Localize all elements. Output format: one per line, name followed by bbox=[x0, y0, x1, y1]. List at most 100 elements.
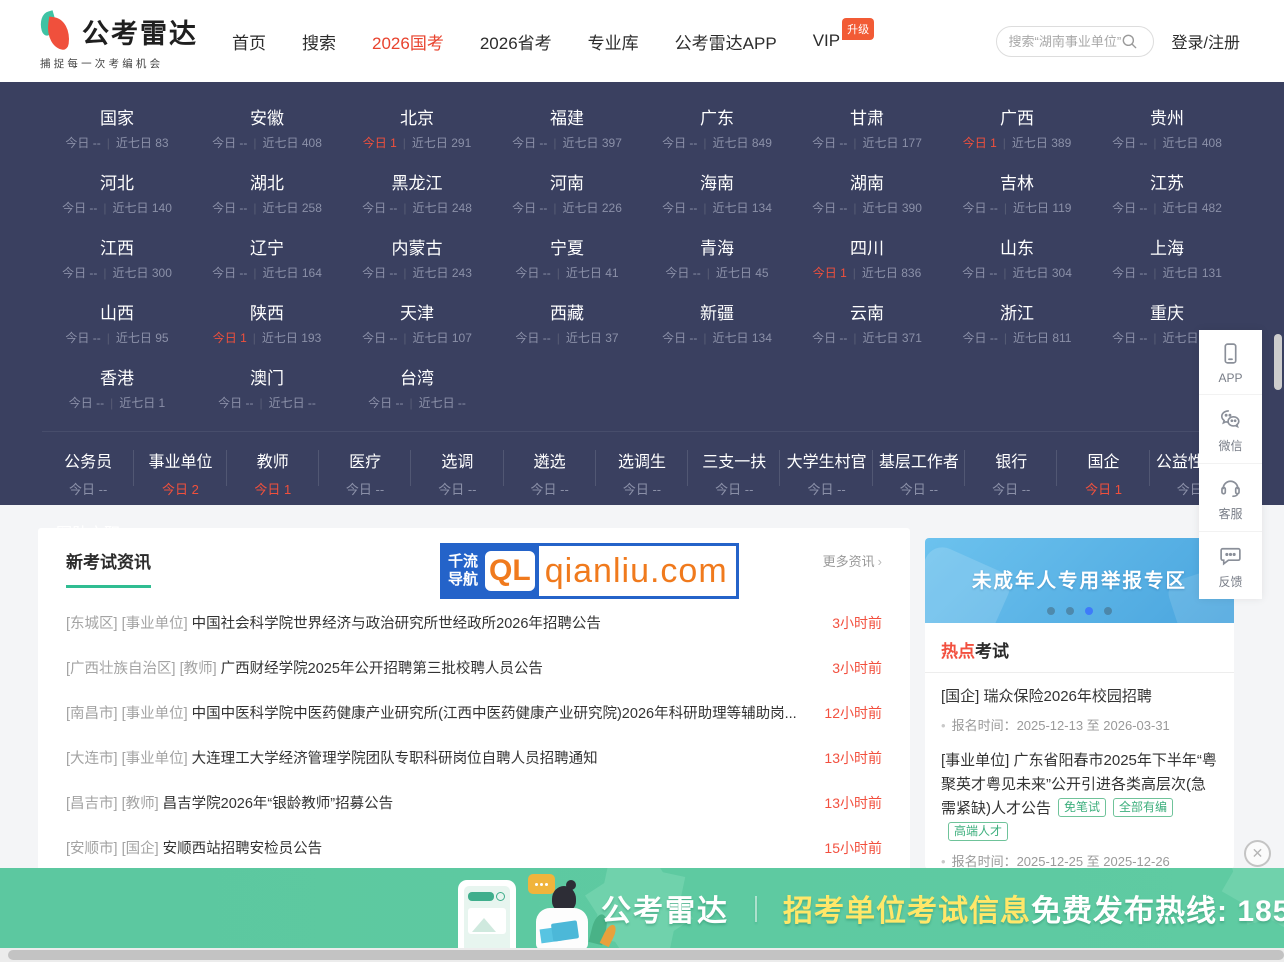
region-item[interactable]: 河北今日 --|近七日 140 bbox=[42, 161, 192, 226]
chevron-right-icon: › bbox=[878, 554, 882, 569]
news-time: 3小时前 bbox=[832, 613, 882, 633]
hot-exam-item[interactable]: [事业单位] 广东省阳春市2025年下半年“粤聚英才粤见未来”公开引进各类高层次… bbox=[925, 737, 1234, 869]
region-item[interactable]: 澳门今日 --|近七日 -- bbox=[192, 356, 342, 421]
news-row[interactable]: [南昌市] [事业单位]中国中医科学院中医药健康产业研究所(江西中医药健康产业研… bbox=[66, 690, 882, 735]
category-item[interactable]: 三支一扶今日 -- bbox=[688, 446, 780, 500]
region-item[interactable]: 内蒙古今日 --|近七日 243 bbox=[342, 226, 492, 291]
region-item[interactable]: 河南今日 --|近七日 226 bbox=[492, 161, 642, 226]
region-item[interactable]: 山西今日 --|近七日 95 bbox=[42, 291, 192, 356]
region-item[interactable]: 安徽今日 --|近七日 408 bbox=[192, 96, 342, 161]
region-item[interactable]: 西藏今日 --|近七日 37 bbox=[492, 291, 642, 356]
region-item[interactable]: 湖南今日 --|近七日 390 bbox=[792, 161, 942, 226]
region-item[interactable]: 黑龙江今日 --|近七日 248 bbox=[342, 161, 492, 226]
region-item[interactable]: 上海今日 --|近七日 131 bbox=[1092, 226, 1242, 291]
region-item[interactable]: 云南今日 --|近七日 371 bbox=[792, 291, 942, 356]
region-item[interactable]: 甘肃今日 --|近七日 177 bbox=[792, 96, 942, 161]
news-row[interactable]: [东城区] [事业单位]中国社会科学院世界经济与政治研究所世经政所2026年招聘… bbox=[66, 600, 882, 645]
nav-item-7[interactable]: VIP升级 bbox=[813, 31, 840, 51]
nav-item-3[interactable]: 2026国考 bbox=[372, 29, 444, 54]
customer-service-button[interactable]: 客服 bbox=[1199, 464, 1262, 532]
hot-exam-title: [国企] 瑞众保险2026年校园招聘 bbox=[941, 685, 1218, 709]
region-item[interactable]: 青海今日 --|近七日 45 bbox=[642, 226, 792, 291]
close-button[interactable]: ✕ bbox=[1244, 840, 1271, 867]
region-name: 湖南 bbox=[792, 169, 942, 194]
carousel-dot[interactable] bbox=[1104, 607, 1112, 615]
nav-item-4[interactable]: 2026省考 bbox=[480, 29, 552, 54]
region-item[interactable]: 宁夏今日 --|近七日 41 bbox=[492, 226, 642, 291]
today-count: 今日 -- bbox=[69, 396, 104, 410]
app-download-button[interactable]: APP bbox=[1199, 330, 1262, 395]
region-item[interactable]: 海南今日 --|近七日 134 bbox=[642, 161, 792, 226]
today-count: 今日 -- bbox=[368, 396, 403, 410]
carousel-dots bbox=[925, 607, 1234, 615]
news-row[interactable]: [安顺市] [国企]安顺西站招聘安检员公告15小时前 bbox=[66, 825, 882, 870]
category-item[interactable]: 大学生村官今日 -- bbox=[780, 446, 872, 500]
hot-exam-title: [事业单位] 广东省阳春市2025年下半年“粤聚英才粤见未来”公开引进各类高层次… bbox=[941, 749, 1218, 845]
bullet-icon: • bbox=[941, 718, 946, 733]
report-zone-banner[interactable]: 未成年人专用举报专区 bbox=[925, 538, 1234, 623]
region-item[interactable]: 贵州今日 --|近七日 408 bbox=[1092, 96, 1242, 161]
vertical-scrollbar[interactable] bbox=[1274, 334, 1282, 390]
region-item[interactable]: 辽宁今日 --|近七日 164 bbox=[192, 226, 342, 291]
carousel-dot[interactable] bbox=[1085, 607, 1093, 615]
category-item[interactable]: 基层工作者今日 -- bbox=[873, 446, 965, 500]
region-item[interactable]: 浙江今日 --|近七日 811 bbox=[942, 291, 1092, 356]
week-count: 近七日 193 bbox=[262, 331, 321, 345]
region-item[interactable]: 广西今日 1|近七日 389 bbox=[942, 96, 1092, 161]
region-stats: 今日 --|近七日 371 bbox=[792, 329, 942, 346]
wechat-button[interactable]: 微信 bbox=[1199, 395, 1262, 464]
carousel-dot[interactable] bbox=[1066, 607, 1074, 615]
site-logo[interactable]: 公考雷达 捕捉每一次考编机会 bbox=[40, 12, 198, 71]
nav-item-2[interactable]: 搜索 bbox=[302, 29, 336, 54]
category-item[interactable]: 教师今日 1 bbox=[227, 446, 319, 500]
category-item[interactable]: 银行今日 -- bbox=[965, 446, 1057, 500]
category-item[interactable]: 遴选今日 -- bbox=[504, 446, 596, 500]
search-input[interactable] bbox=[1009, 34, 1121, 49]
week-count: 近七日 83 bbox=[116, 136, 169, 150]
region-item[interactable]: 陕西今日 1|近七日 193 bbox=[192, 291, 342, 356]
news-row[interactable]: [昌吉市] [教师]昌吉学院2026年“银龄教师”招募公告13小时前 bbox=[66, 780, 882, 825]
news-row[interactable]: [大连市] [事业单位]大连理工大学经济管理学院团队专职科研岗位自聘人员招聘通知… bbox=[66, 735, 882, 780]
region-item[interactable]: 四川今日 1|近七日 836 bbox=[792, 226, 942, 291]
today-count: 今日 -- bbox=[362, 331, 397, 345]
region-item[interactable]: 新疆今日 --|近七日 134 bbox=[642, 291, 792, 356]
region-item[interactable]: 国家今日 --|近七日 83 bbox=[42, 96, 192, 161]
region-item[interactable]: 吉林今日 --|近七日 119 bbox=[942, 161, 1092, 226]
region-stats: 今日 --|近七日 811 bbox=[942, 329, 1092, 346]
login-register-link[interactable]: 登录/注册 bbox=[1172, 29, 1240, 53]
region-item[interactable]: 山东今日 --|近七日 304 bbox=[942, 226, 1092, 291]
header-search[interactable] bbox=[996, 26, 1154, 57]
news-row[interactable]: [广西壮族自治区] [教师]广西财经学院2025年公开招聘第三批校聘人员公告3小… bbox=[66, 645, 882, 690]
region-item[interactable]: 湖北今日 --|近七日 258 bbox=[192, 161, 342, 226]
bottom-promo-banner[interactable]: 公考雷达 ｜ 招考单位考试信息 免费发布热线: 185703493 bbox=[0, 868, 1284, 948]
region-item[interactable]: 江苏今日 --|近七日 482 bbox=[1092, 161, 1242, 226]
region-item[interactable]: 广东今日 --|近七日 849 bbox=[642, 96, 792, 161]
nav-item-6[interactable]: 公考雷达APP bbox=[675, 29, 777, 54]
exam-tag: 高端人才 bbox=[948, 822, 1008, 841]
category-item[interactable]: 公务员今日 -- bbox=[42, 446, 134, 500]
more-news-link[interactable]: 更多资讯› bbox=[823, 551, 882, 570]
feedback-button[interactable]: 反馈 bbox=[1199, 532, 1262, 599]
nav-item-1[interactable]: 首页 bbox=[232, 29, 266, 54]
region-item[interactable]: 江西今日 --|近七日 300 bbox=[42, 226, 192, 291]
horizontal-scrollbar[interactable] bbox=[8, 950, 1284, 960]
region-item[interactable]: 北京今日 1|近七日 291 bbox=[342, 96, 492, 161]
region-stats: 今日 --|近七日 134 bbox=[642, 199, 792, 216]
category-item[interactable]: 事业单位今日 2 bbox=[134, 446, 226, 500]
week-count: 近七日 177 bbox=[863, 136, 922, 150]
week-count: 近七日 140 bbox=[113, 201, 172, 215]
search-icon[interactable] bbox=[1121, 33, 1138, 50]
region-item[interactable]: 福建今日 --|近七日 397 bbox=[492, 96, 642, 161]
category-item[interactable]: 选调今日 -- bbox=[411, 446, 503, 500]
nav-item-5[interactable]: 专业库 bbox=[588, 29, 639, 54]
region-item[interactable]: 天津今日 --|近七日 107 bbox=[342, 291, 492, 356]
logo-icon bbox=[40, 12, 74, 52]
carousel-dot[interactable] bbox=[1047, 607, 1055, 615]
hot-exam-item[interactable]: [国企] 瑞众保险2026年校园招聘•报名时间：2025-12-13 至 202… bbox=[925, 673, 1234, 737]
region-item[interactable]: 台湾今日 --|近七日 -- bbox=[342, 356, 492, 421]
today-count: 今日 -- bbox=[1112, 201, 1147, 215]
category-item[interactable]: 医疗今日 -- bbox=[319, 446, 411, 500]
region-item[interactable]: 香港今日 --|近七日 1 bbox=[42, 356, 192, 421]
category-item[interactable]: 国企今日 1 bbox=[1057, 446, 1149, 500]
category-item[interactable]: 选调生今日 -- bbox=[596, 446, 688, 500]
